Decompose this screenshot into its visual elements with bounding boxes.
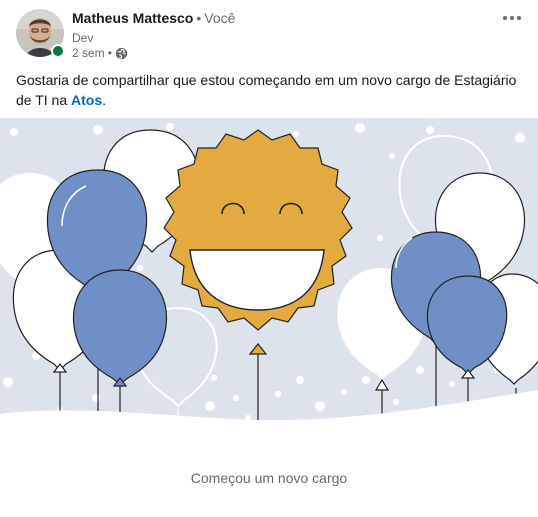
- new-position-illustration: [0, 118, 538, 441]
- separator-dot: •: [196, 10, 202, 26]
- more-options-icon[interactable]: [498, 8, 526, 28]
- author-line: Matheus Mattesco • Você: [72, 10, 235, 26]
- banner-caption: Começou um novo cargo: [190, 470, 348, 486]
- meta-separator-dot: •: [107, 46, 112, 60]
- post-meta: 2 sem •: [72, 46, 128, 60]
- feed-post: Matheus Mattesco • Você Dev 2 sem • Gostar…: [0, 0, 538, 517]
- author-headline: Dev: [72, 31, 94, 45]
- author-relation: Você: [204, 10, 236, 26]
- post-time: 2 sem: [72, 46, 105, 60]
- post-header: Matheus Mattesco • Você Dev 2 sem •: [0, 0, 538, 64]
- post-text: Gostaria de compartilhar que estou começ…: [16, 70, 522, 110]
- author-name[interactable]: Matheus Mattesco: [72, 10, 193, 26]
- globe-icon: [115, 47, 128, 60]
- company-link[interactable]: Atos: [71, 92, 102, 108]
- post-text-end: .: [102, 92, 107, 108]
- celebration-banner[interactable]: [0, 118, 538, 441]
- online-status-indicator: [51, 44, 65, 58]
